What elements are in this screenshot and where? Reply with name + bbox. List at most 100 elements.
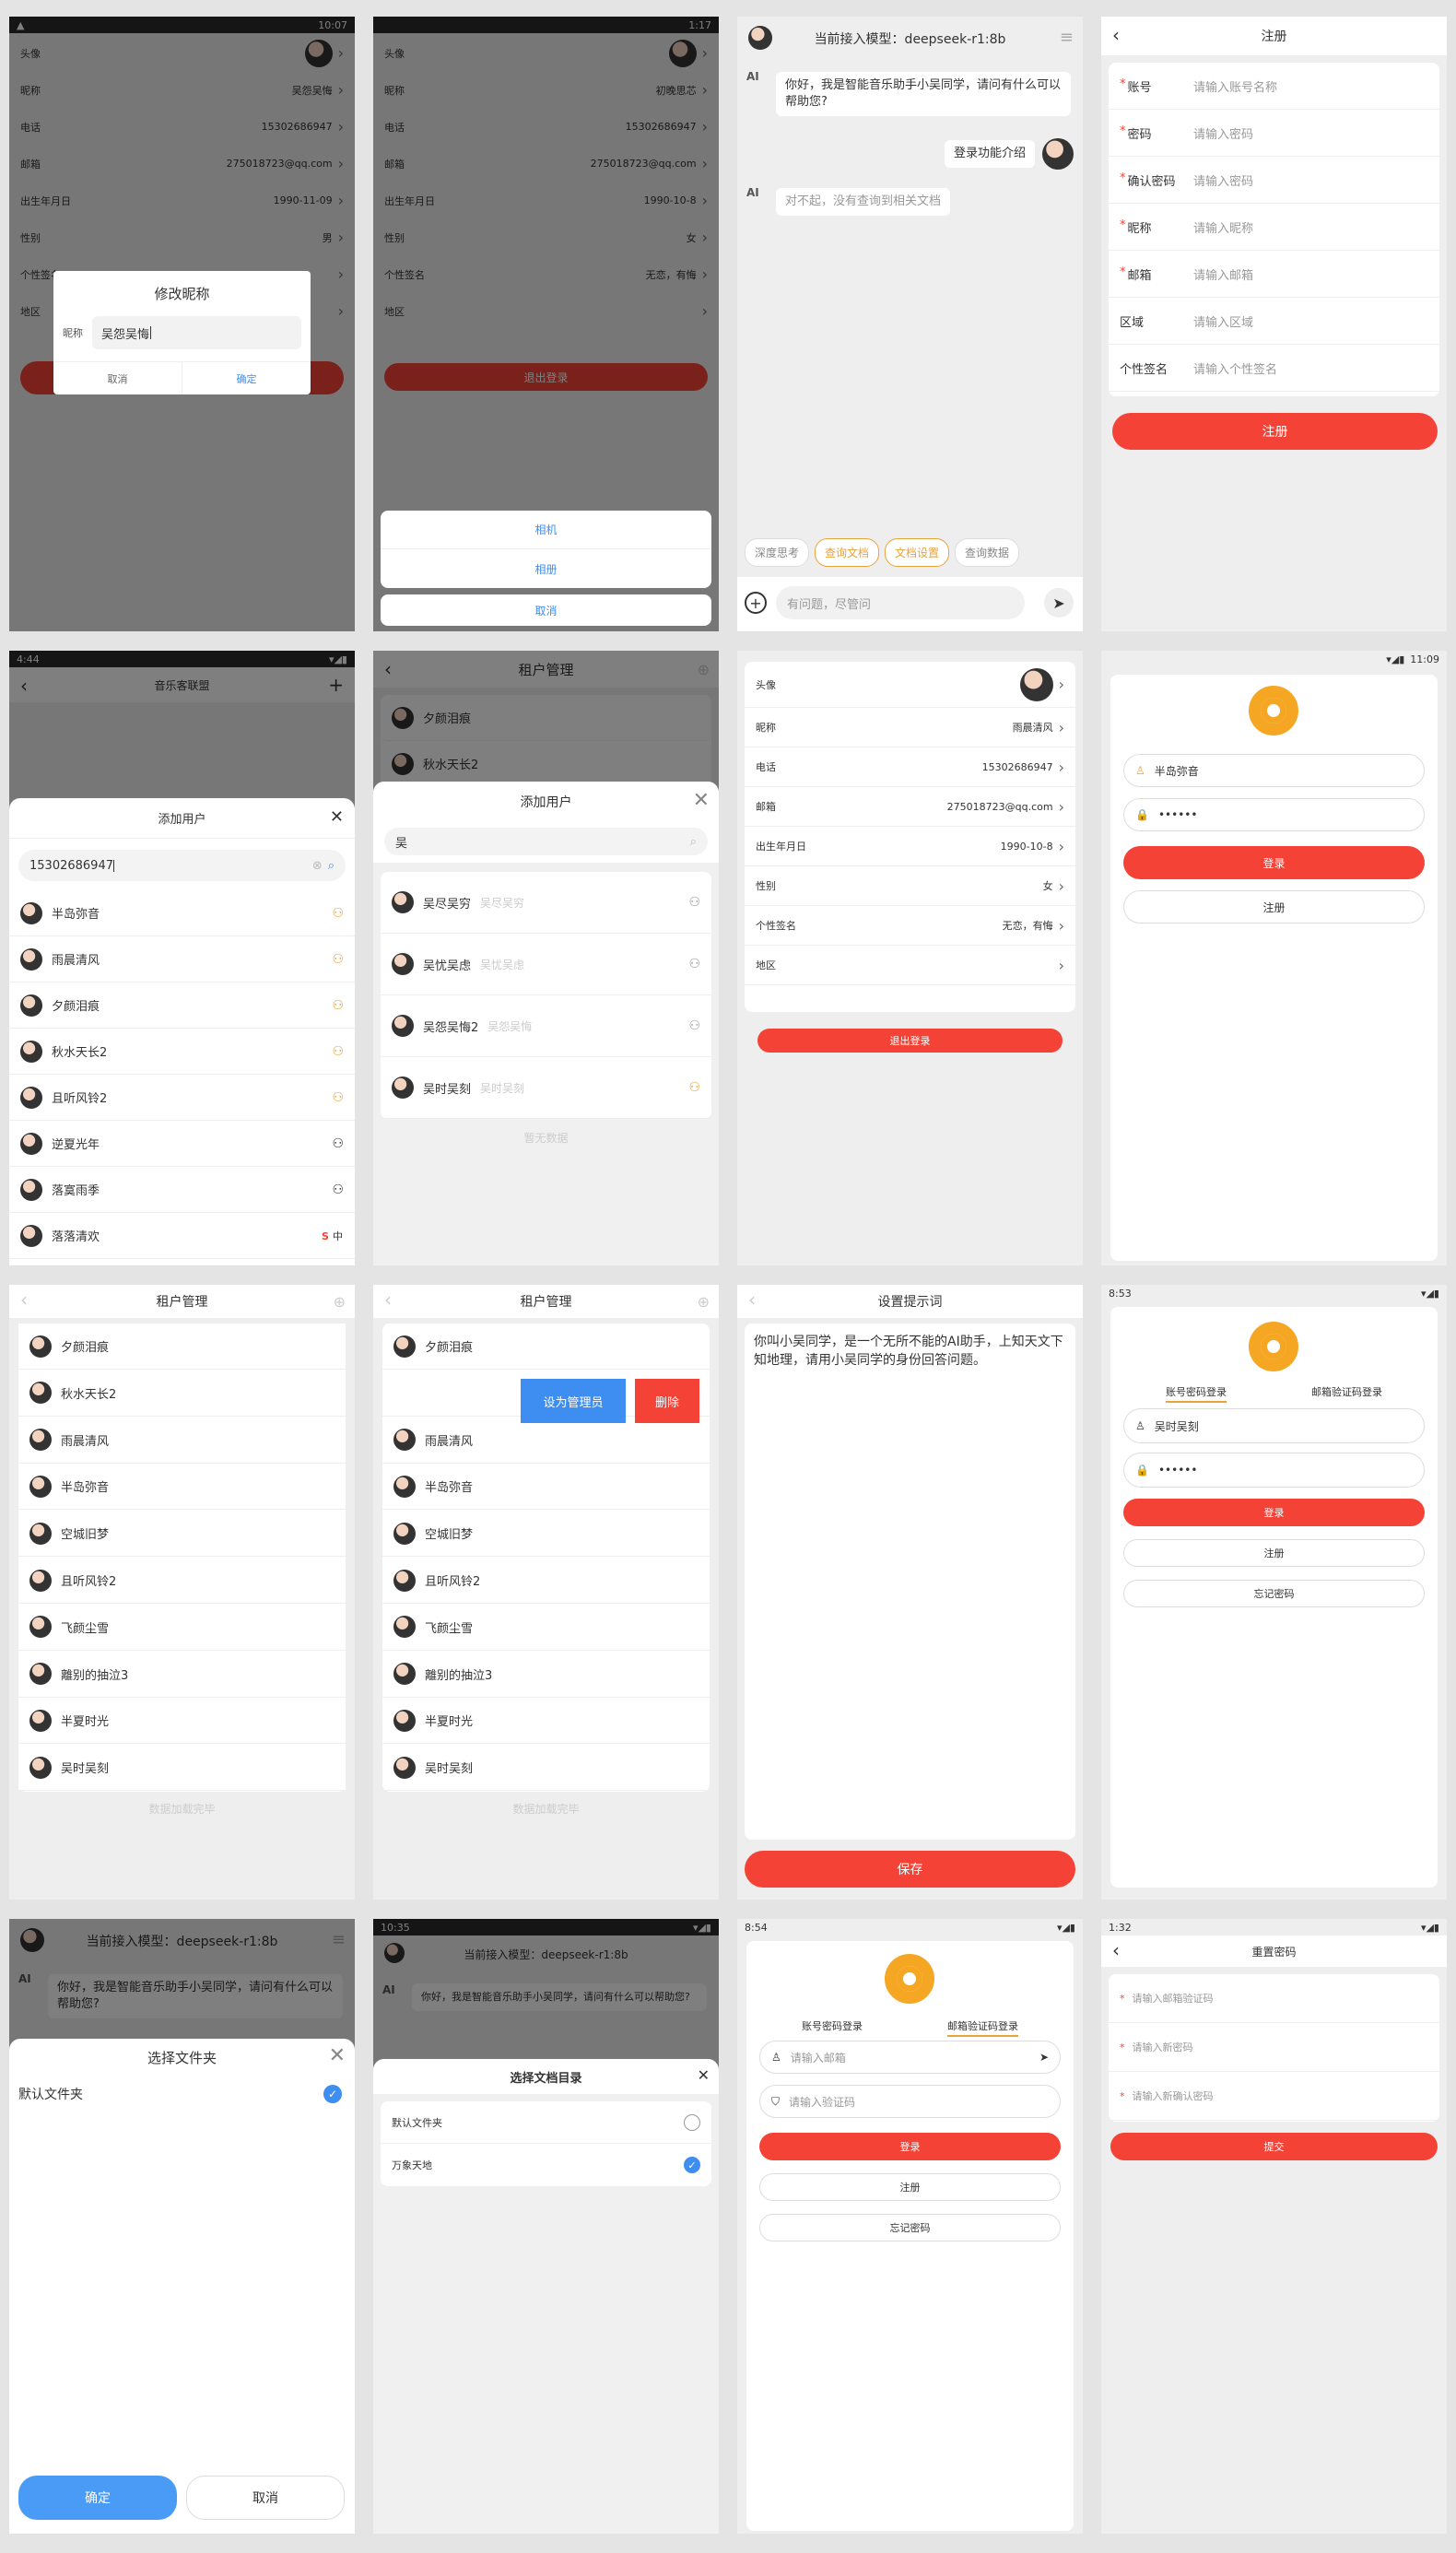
- add-user-icon[interactable]: ⚇: [332, 1136, 344, 1151]
- clear-icon[interactable]: ⊗: [312, 859, 323, 873]
- confirm-button[interactable]: 确定: [18, 2476, 177, 2520]
- submit-button[interactable]: 提交: [1110, 2133, 1438, 2160]
- user-avatar[interactable]: [748, 26, 772, 50]
- add-user-icon[interactable]: ⚇: [332, 952, 344, 967]
- delete-button[interactable]: 删除: [635, 1379, 699, 1423]
- add-user-icon[interactable]: ⚇: [332, 998, 344, 1013]
- tab-password-login[interactable]: 账号密码登录: [802, 2018, 863, 2033]
- code-input[interactable]: ⛉ 请输入验证码: [759, 2085, 1061, 2118]
- tenant-row[interactable]: 空城旧梦: [382, 1511, 710, 1558]
- add-user-icon[interactable]: ⚇: [688, 1018, 700, 1033]
- register-button[interactable]: 注册: [1123, 890, 1425, 924]
- nickname-input[interactable]: 吴怨吴悔: [92, 316, 301, 349]
- close-icon[interactable]: ✕: [330, 807, 344, 827]
- field-input[interactable]: 请输入个性签名: [1193, 359, 1277, 377]
- dialog-ok-button[interactable]: 确定: [182, 362, 311, 394]
- forgot-password-button[interactable]: 忘记密码: [1123, 1580, 1425, 1607]
- user-row[interactable]: 落寞雨季 ⚇: [9, 1167, 355, 1213]
- field-input[interactable]: 请输入密码: [1193, 124, 1253, 142]
- sheet-cancel-button[interactable]: 取消: [381, 594, 711, 626]
- register-button[interactable]: 注册: [1123, 1539, 1425, 1567]
- profile-row[interactable]: 邮箱 275018723@qq.com ›: [745, 787, 1075, 827]
- forgot-password-button[interactable]: 忘记密码: [759, 2214, 1061, 2241]
- profile-row[interactable]: 出生年月日 1990-10-8 ›: [745, 827, 1075, 866]
- field-input[interactable]: 请输入邮箱: [1193, 265, 1253, 283]
- folder-option[interactable]: 默认文件夹 ✓: [18, 2085, 342, 2103]
- user-row[interactable]: 吴尽吴穷 吴尽吴穷 ⚇: [381, 872, 711, 934]
- close-icon[interactable]: ✕: [693, 789, 710, 812]
- tenant-row[interactable]: 且听风铃2: [18, 1558, 346, 1604]
- close-icon[interactable]: ✕: [329, 2044, 346, 2067]
- form-row[interactable]: * 请输入新确认密码: [1109, 2072, 1439, 2121]
- back-icon[interactable]: ‹: [1112, 24, 1120, 46]
- login-button[interactable]: 登录: [1123, 1499, 1425, 1526]
- chip-query-data[interactable]: 查询数据: [955, 538, 1020, 567]
- tenant-row[interactable]: 半岛弥音: [18, 1464, 346, 1511]
- username-input[interactable]: ♙ 半岛弥音: [1123, 754, 1425, 787]
- password-input[interactable]: 🔒 ••••••: [1123, 1453, 1425, 1488]
- tenant-row[interactable]: 吴时吴刻: [18, 1745, 346, 1792]
- user-row[interactable]: 吴忧吴虑 吴忧吴虑 ⚇: [381, 934, 711, 995]
- field-input[interactable]: 请输入区域: [1193, 312, 1253, 330]
- set-admin-button[interactable]: 设为管理员: [521, 1379, 626, 1423]
- add-icon[interactable]: ⊕: [334, 1293, 346, 1311]
- user-row[interactable]: 秋水天长2 ⚇: [9, 1029, 355, 1075]
- password-input[interactable]: 🔒 ••••••: [1123, 798, 1425, 831]
- tenant-row[interactable]: 半夏时光: [18, 1698, 346, 1745]
- tenant-row[interactable]: 飞颜尘雪: [18, 1604, 346, 1651]
- add-user-icon[interactable]: ⚇: [332, 906, 344, 921]
- tenant-row[interactable]: 吴时吴刻: [382, 1745, 710, 1792]
- add-user-icon[interactable]: ⚇: [332, 1044, 344, 1059]
- profile-row[interactable]: 性别女›: [745, 866, 1075, 906]
- add-user-icon[interactable]: ⚇: [688, 957, 700, 971]
- cancel-button[interactable]: 取消: [186, 2476, 345, 2520]
- back-icon[interactable]: ‹: [20, 1288, 28, 1311]
- add-icon[interactable]: ⊕: [698, 1293, 710, 1311]
- add-user-icon[interactable]: ⚇: [688, 895, 700, 910]
- user-row[interactable]: 逆夏光年 ⚇: [9, 1121, 355, 1167]
- profile-row[interactable]: 头像 ›: [745, 662, 1075, 708]
- field-input[interactable]: 请输入账号名称: [1193, 77, 1277, 95]
- user-row[interactable]: 雨晨清风 ⚇: [9, 936, 355, 982]
- chip-doc-settings[interactable]: 文档设置: [885, 538, 950, 567]
- register-button[interactable]: 注册: [759, 2173, 1061, 2201]
- tenant-row[interactable]: 雨晨清风: [18, 1417, 346, 1464]
- tenant-row[interactable]: 飞颜尘雪: [382, 1604, 710, 1651]
- save-button[interactable]: 保存: [745, 1851, 1075, 1888]
- form-row[interactable]: * 请输入邮箱验证码: [1109, 1974, 1439, 2023]
- field-input[interactable]: 请输入密码: [1193, 171, 1253, 189]
- back-icon[interactable]: ‹: [384, 1288, 392, 1311]
- search-input[interactable]: 15302686947 ⊗ ⌕: [18, 850, 346, 881]
- tenant-row[interactable]: 且听风铃2: [382, 1558, 710, 1604]
- dialog-cancel-button[interactable]: 取消: [53, 362, 182, 394]
- profile-row[interactable]: 电话 15302686947 ›: [745, 747, 1075, 787]
- tenant-row[interactable]: 夕颜泪痕: [382, 1324, 710, 1370]
- chip-query-docs[interactable]: 查询文档: [815, 538, 880, 567]
- search-icon[interactable]: ⌕: [690, 835, 697, 849]
- tenant-row[interactable]: 秋水天长2: [18, 1370, 346, 1417]
- user-row[interactable]: 夕颜泪痕 ⚇: [9, 982, 355, 1029]
- email-input[interactable]: ♙ 请输入邮箱 ➤: [759, 2041, 1061, 2074]
- register-button[interactable]: 注册: [1112, 413, 1438, 450]
- form-row[interactable]: * 请输入新密码: [1109, 2023, 1439, 2072]
- user-row[interactable]: 且听风铃2 ⚇: [9, 1075, 355, 1121]
- add-user-icon[interactable]: ⚇: [688, 1080, 700, 1095]
- login-button[interactable]: 登录: [1123, 846, 1425, 879]
- logout-button[interactable]: 退出登录: [757, 1029, 1063, 1053]
- tenant-row[interactable]: 夕颜泪痕: [18, 1324, 346, 1370]
- back-icon[interactable]: ‹: [748, 1288, 756, 1311]
- tenant-row[interactable]: 空城旧梦: [18, 1511, 346, 1558]
- tab-email-login[interactable]: 邮箱验证码登录: [947, 2018, 1018, 2037]
- prompt-textarea[interactable]: 你叫小吴同学，是一个无所不能的AI助手，上知天文下知地理，请用小吴同学的身份回答…: [745, 1324, 1075, 1840]
- camera-option[interactable]: 相机: [381, 511, 711, 549]
- user-row[interactable]: 吴时吴刻 吴时吴刻 ⚇: [381, 1057, 711, 1119]
- tenant-row[interactable]: 半夏时光: [382, 1698, 710, 1745]
- tenant-row[interactable]: 半岛弥音: [382, 1464, 710, 1511]
- profile-row[interactable]: 个性签名 无恋，有悔 ›: [745, 906, 1075, 946]
- plus-icon[interactable]: +: [745, 592, 767, 614]
- send-icon[interactable]: ➤: [1039, 2051, 1049, 2064]
- send-icon[interactable]: ➤: [1044, 588, 1074, 618]
- user-row[interactable]: 落落清欢⚇: [9, 1213, 355, 1259]
- user-row[interactable]: 半岛弥音 ⚇: [9, 890, 355, 936]
- tenant-row[interactable]: 雨晨清风: [382, 1417, 710, 1464]
